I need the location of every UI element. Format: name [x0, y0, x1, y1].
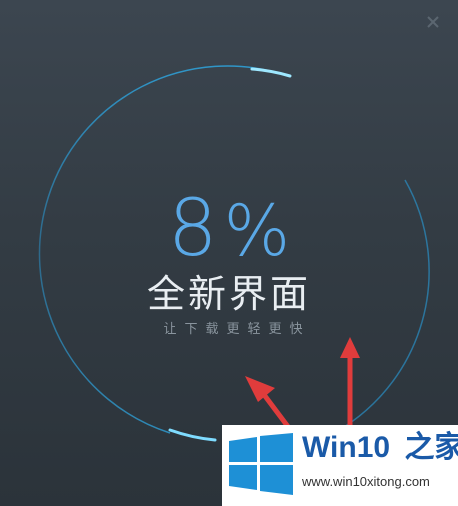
red-arrow-left-head: [245, 376, 275, 402]
watermark-brand-suffix: 之家: [404, 431, 458, 464]
installer-window: 8 % 全新界面 让下载更轻更快 Win10 之家 www.win10xiton…: [0, 0, 458, 506]
windows-logo-icon: [229, 433, 293, 495]
red-arrow-right-head: [340, 337, 360, 358]
watermark-brand-name: Win10: [302, 431, 391, 464]
watermark: Win10 之家 www.win10xitong.com: [222, 425, 458, 506]
watermark-brand: Win10 之家: [302, 433, 458, 463]
watermark-url: www.win10xitong.com: [302, 474, 430, 489]
